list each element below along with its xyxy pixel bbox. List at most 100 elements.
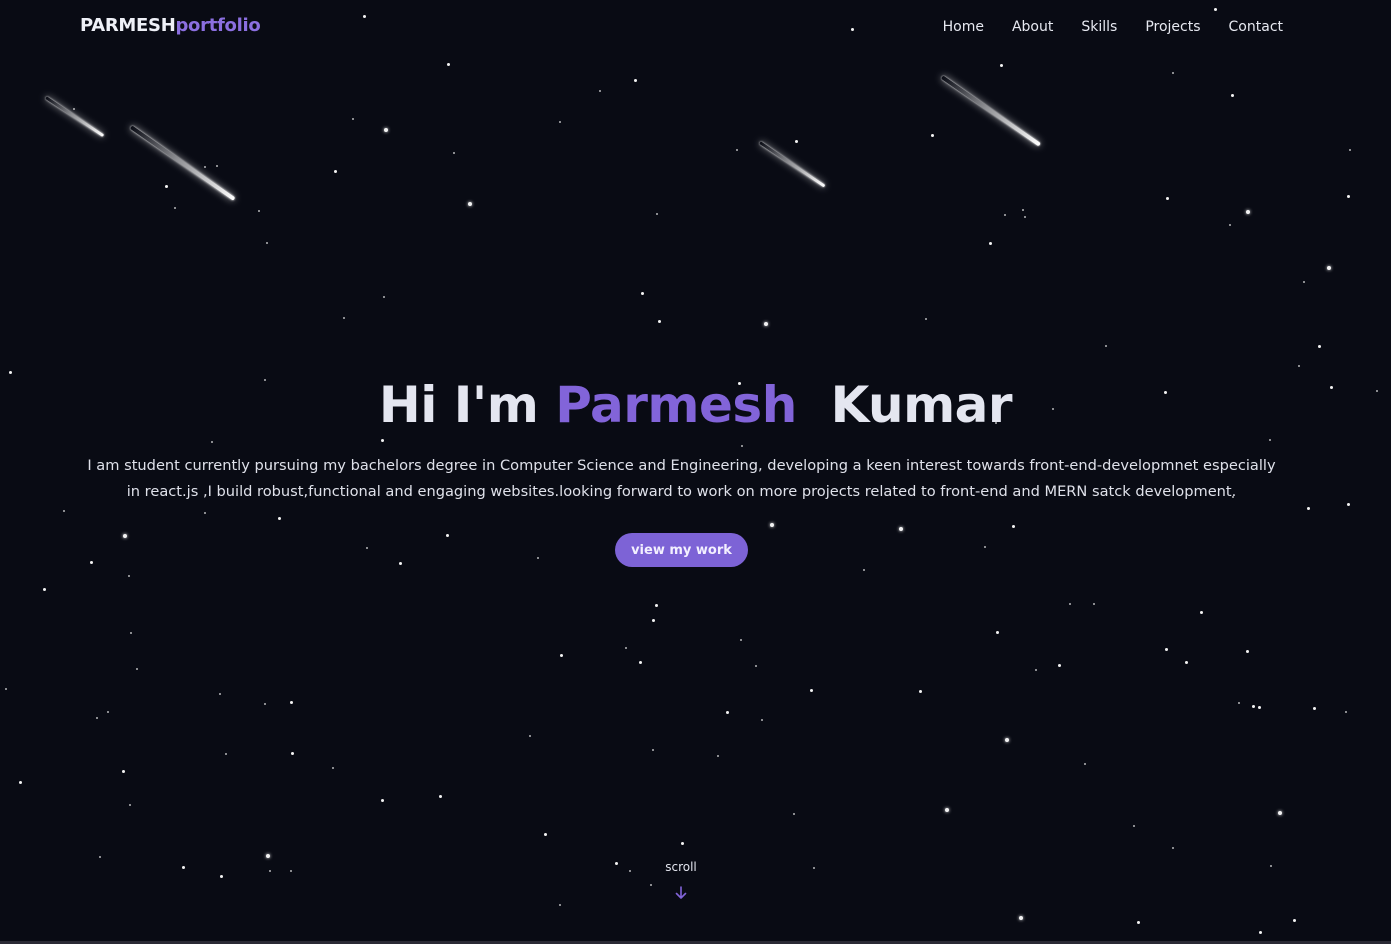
star — [219, 693, 221, 695]
star — [277, 516, 281, 520]
star — [1245, 649, 1249, 653]
star — [537, 557, 539, 559]
star — [264, 703, 266, 705]
hero-last-name: Kumar — [830, 376, 1013, 434]
star — [1317, 344, 1321, 348]
scroll-label: scroll — [665, 860, 697, 874]
star — [1005, 738, 1009, 742]
arrow-down-icon[interactable] — [674, 885, 688, 901]
star — [121, 769, 125, 773]
star — [384, 128, 388, 132]
star — [1022, 209, 1024, 211]
star — [680, 841, 684, 845]
star — [1327, 266, 1331, 270]
star — [995, 630, 999, 634]
nav-link-contact[interactable]: Contact — [1229, 19, 1283, 35]
star — [1269, 439, 1271, 441]
brand-logo[interactable]: PARMESHportfolio — [80, 15, 261, 36]
star — [1346, 502, 1350, 506]
star — [614, 861, 618, 865]
star — [559, 653, 563, 657]
star — [1004, 214, 1006, 216]
nav-link-projects[interactable]: Projects — [1145, 19, 1200, 35]
star — [73, 108, 75, 110]
view-my-work-button[interactable]: view my work — [615, 533, 748, 567]
star — [130, 632, 132, 634]
star — [96, 717, 98, 719]
star — [468, 202, 472, 206]
star — [1035, 669, 1037, 671]
star — [380, 798, 384, 802]
star — [813, 867, 815, 869]
nav-links: Home About Skills Projects Contact — [943, 19, 1283, 35]
hero-title: Hi I'm Parmesh Kumar — [0, 376, 1391, 434]
star — [204, 166, 206, 168]
star — [1349, 149, 1351, 151]
star — [269, 870, 271, 872]
shooting-star — [759, 141, 826, 188]
star — [5, 688, 7, 690]
star — [1230, 93, 1234, 97]
star — [174, 207, 176, 209]
star — [755, 665, 757, 667]
star — [290, 751, 294, 755]
star — [899, 527, 903, 531]
star — [740, 639, 742, 641]
star — [1306, 506, 1310, 510]
star — [725, 710, 729, 714]
star — [225, 753, 227, 755]
nav-link-skills[interactable]: Skills — [1081, 19, 1117, 35]
star — [107, 711, 109, 713]
star — [638, 660, 642, 664]
star — [717, 755, 719, 757]
star — [1258, 930, 1262, 934]
star — [1345, 711, 1347, 713]
star — [181, 865, 185, 869]
star — [625, 647, 627, 649]
star — [599, 90, 601, 92]
star — [129, 804, 131, 806]
star — [258, 210, 260, 212]
star — [1298, 365, 1300, 367]
star — [352, 118, 354, 120]
star — [1069, 603, 1071, 605]
star — [1136, 920, 1140, 924]
star — [8, 370, 12, 374]
star — [651, 618, 655, 622]
star — [640, 291, 644, 295]
star — [123, 534, 127, 538]
nav-link-about[interactable]: About — [1012, 19, 1053, 35]
nav-link-home[interactable]: Home — [943, 19, 984, 35]
star — [266, 242, 268, 244]
star — [654, 603, 658, 607]
star — [1199, 610, 1203, 614]
star — [1292, 918, 1296, 922]
star — [1278, 811, 1282, 815]
star — [761, 719, 763, 721]
star — [999, 63, 1003, 67]
star — [984, 546, 986, 548]
star — [656, 213, 658, 215]
star — [211, 441, 213, 443]
star — [559, 121, 561, 123]
star — [741, 445, 743, 447]
star — [445, 533, 449, 537]
star — [633, 78, 637, 82]
star — [945, 808, 949, 812]
hero-greeting: Hi I'm — [378, 376, 539, 434]
star — [136, 668, 138, 670]
star — [1024, 216, 1026, 218]
star — [333, 169, 337, 173]
shooting-star — [45, 96, 104, 137]
star — [366, 547, 368, 549]
star — [266, 854, 270, 858]
star — [1093, 603, 1095, 605]
star — [529, 735, 531, 737]
star — [1011, 524, 1015, 528]
star — [764, 322, 768, 326]
hero-page: PARMESHportfolio Home About Skills Proje… — [0, 0, 1391, 944]
star — [1246, 210, 1250, 214]
star — [1165, 196, 1169, 200]
shooting-star — [940, 75, 1042, 147]
star — [380, 438, 384, 442]
